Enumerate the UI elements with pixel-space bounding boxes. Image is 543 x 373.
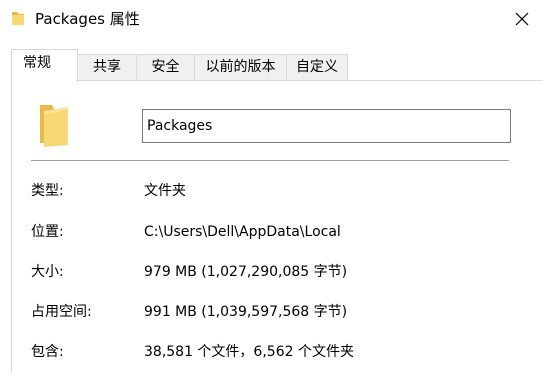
folder-icon xyxy=(40,105,68,147)
title-bar: Packages 属性 xyxy=(0,0,543,38)
window-title: Packages 属性 xyxy=(35,10,140,28)
divider xyxy=(31,160,509,161)
close-icon xyxy=(515,12,529,26)
size-value: 979 MB (1,027,290,085 字节) xyxy=(144,264,348,280)
type-label: 类型: xyxy=(31,183,64,199)
properties-dialog: Packages 属性 常规 共享 安全 以前的版本 自定义 类型: 文件夹 位… xyxy=(0,0,543,373)
tab-previous-versions[interactable]: 以前的版本 xyxy=(194,54,287,80)
folder-name-input[interactable] xyxy=(142,109,511,143)
size-on-disk-value: 991 MB (1,039,597,568 字节) xyxy=(144,304,348,320)
contains-value: 38,581 个文件，6,562 个文件夹 xyxy=(144,344,354,360)
close-button[interactable] xyxy=(506,6,538,32)
tab-strip: 常规 共享 安全 以前的版本 自定义 xyxy=(11,49,543,82)
size-on-disk-label: 占用空间: xyxy=(31,304,92,320)
location-value: C:\Users\Dell\AppData\Local xyxy=(144,224,341,240)
tab-sharing[interactable]: 共享 xyxy=(77,54,137,80)
tab-general[interactable]: 常规 xyxy=(11,49,78,82)
contains-label: 包含: xyxy=(31,344,64,360)
type-value: 文件夹 xyxy=(144,183,186,199)
tab-security[interactable]: 安全 xyxy=(136,54,195,80)
location-label: 位置: xyxy=(31,224,64,240)
tab-customize[interactable]: 自定义 xyxy=(286,54,348,80)
folder-icon xyxy=(12,12,24,25)
size-label: 大小: xyxy=(31,264,64,280)
